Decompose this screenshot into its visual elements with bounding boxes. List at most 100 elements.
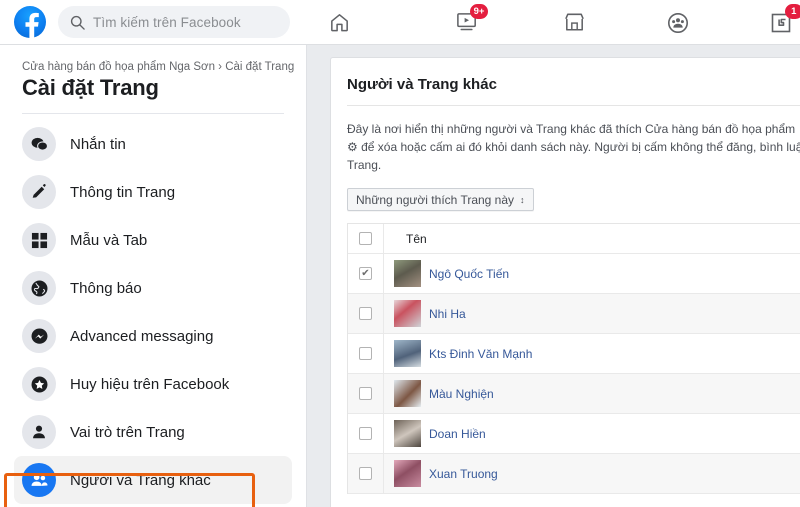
sidebar-item-label: Người và Trang khác [70, 471, 211, 489]
select-all-checkbox[interactable] [359, 232, 372, 245]
person-name-link[interactable]: Kts Đinh Văn Mạnh [429, 347, 532, 361]
sidebar-menu: Nhắn tin Thông tin Trang Mẫu và Tab Thôn… [0, 120, 306, 507]
chat-bubbles-icon [22, 127, 56, 161]
row-checkbox[interactable] [359, 267, 372, 280]
people-table: Tên Ngô Quốc Tiến [347, 223, 800, 494]
search-icon [70, 15, 85, 30]
nav-watch-button[interactable]: 9+ [448, 0, 489, 45]
nav-home-button[interactable] [320, 0, 358, 45]
section-description: Đây là nơi hiển thị những người và Trang… [331, 106, 800, 174]
search-placeholder-text: Tìm kiếm trên Facebook [93, 14, 241, 30]
sidebar-item-label: Thông tin Trang [70, 183, 176, 201]
table-row[interactable]: Kts Đinh Văn Mạnh [348, 334, 800, 374]
select-all-cell [348, 224, 384, 253]
table-row[interactable]: Xuan Truong [348, 454, 800, 494]
table-row[interactable]: Doan Hiền [348, 414, 800, 454]
avatar [394, 340, 421, 367]
avatar [394, 420, 421, 447]
nav-groups-button[interactable] [659, 0, 697, 45]
row-name-cell: Kts Đinh Văn Mạnh [384, 334, 800, 373]
sidebar-item-facebook-badges[interactable]: Huy hiệu trên Facebook [14, 360, 292, 408]
table-row[interactable]: Màu Nghiện [348, 374, 800, 414]
sidebar-item-label: Advanced messaging [70, 327, 214, 345]
sidebar-item-label: Vai trò trên Trang [70, 423, 185, 441]
sidebar-item-label: Huy hiệu trên Facebook [70, 375, 230, 393]
column-header-cell: Tên [384, 224, 800, 253]
sidebar-item-notifications[interactable]: Thông báo [14, 264, 292, 312]
row-select-cell [348, 294, 384, 333]
person-name-link[interactable]: Nhi Ha [429, 307, 466, 321]
description-line-1: Đây là nơi hiển thị những người và Trang… [347, 122, 796, 136]
avatar [394, 260, 421, 287]
row-select-cell [348, 254, 384, 293]
nav-icon-group: 9+ 1 [320, 0, 800, 45]
avatar [394, 460, 421, 487]
page-title: Cài đặt Trang [22, 75, 159, 100]
sidebar-item-label: Nhắn tin [70, 135, 126, 153]
row-name-cell: Xuan Truong [384, 454, 800, 493]
sidebar-item-label: Thông báo [70, 279, 142, 297]
row-checkbox[interactable] [359, 307, 372, 320]
person-name-link[interactable]: Màu Nghiện [429, 387, 494, 401]
row-checkbox[interactable] [359, 427, 372, 440]
row-select-cell [348, 454, 384, 493]
filter-row: Những người thích Trang này ↕ [331, 174, 800, 211]
pencil-icon [22, 175, 56, 209]
person-name-link[interactable]: Ngô Quốc Tiến [429, 267, 509, 281]
person-name-link[interactable]: Doan Hiền [429, 427, 486, 441]
sidebar-item-advanced-messaging[interactable]: Advanced messaging [14, 312, 292, 360]
row-checkbox[interactable] [359, 347, 372, 360]
row-checkbox[interactable] [359, 387, 372, 400]
facebook-page-settings-screen: Tìm kiếm trên Facebook 9+ 1 Cửa hàng bán… [0, 0, 800, 507]
search-input[interactable]: Tìm kiếm trên Facebook [58, 6, 290, 38]
nav-marketplace-button[interactable] [555, 0, 593, 45]
sidebar-item-page-roles[interactable]: Vai trò trên Trang [14, 408, 292, 456]
avatar [394, 380, 421, 407]
sidebar-item-messaging[interactable]: Nhắn tin [14, 120, 292, 168]
gaming-badge: 1 [784, 4, 800, 19]
filter-label: Những người thích Trang này [356, 192, 515, 207]
nav-gaming-button[interactable]: 1 [762, 0, 800, 45]
facebook-logo[interactable] [14, 6, 46, 38]
watch-badge: 9+ [469, 4, 489, 19]
star-badge-icon [22, 367, 56, 401]
groups-icon [668, 12, 689, 33]
top-navigation-bar: Tìm kiếm trên Facebook 9+ 1 [0, 0, 800, 45]
title-divider [22, 113, 284, 114]
row-select-cell [348, 334, 384, 373]
people-icon [22, 463, 56, 497]
table-header-row: Tên [348, 224, 800, 254]
settings-content-area: Người và Trang khác Đây là nơi hiển thị … [308, 45, 800, 507]
row-checkbox[interactable] [359, 467, 372, 480]
likes-filter-dropdown[interactable]: Những người thích Trang này ↕ [347, 188, 534, 211]
description-line-2: để xóa hoặc cấm ai đó khỏi danh sách này… [361, 140, 800, 154]
sidebar-item-templates-tabs[interactable]: Mẫu và Tab [14, 216, 292, 264]
description-line-2-wrap: ⚙ để xóa hoặc cấm ai đó khỏi danh sách n… [347, 138, 800, 156]
person-name-link[interactable]: Xuan Truong [429, 467, 498, 481]
settings-sidebar: Cửa hàng bán đồ họa phẩm Nga Sơn › Cài đ… [0, 45, 307, 507]
row-select-cell [348, 374, 384, 413]
breadcrumb[interactable]: Cửa hàng bán đồ họa phẩm Nga Sơn › Cài đ… [22, 61, 306, 73]
globe-icon [22, 271, 56, 305]
section-heading: Người và Trang khác [347, 76, 497, 93]
table-row[interactable]: Ngô Quốc Tiến [348, 254, 800, 294]
person-icon [22, 415, 56, 449]
description-line-3: Trang. [347, 158, 382, 172]
gear-icon: ⚙ [347, 140, 358, 154]
home-icon [330, 14, 348, 32]
row-name-cell: Nhi Ha [384, 294, 800, 333]
row-name-cell: Doan Hiền [384, 414, 800, 453]
updown-caret-icon: ↕ [520, 194, 525, 205]
sidebar-item-page-info[interactable]: Thông tin Trang [14, 168, 292, 216]
avatar [394, 300, 421, 327]
row-name-cell: Ngô Quốc Tiến [384, 254, 800, 293]
row-name-cell: Màu Nghiện [384, 374, 800, 413]
people-and-other-pages-card: Người và Trang khác Đây là nơi hiển thị … [330, 57, 800, 507]
sidebar-item-people-and-other-pages[interactable]: Người và Trang khác [14, 456, 292, 504]
sidebar-item-label: Mẫu và Tab [70, 231, 148, 249]
store-icon [564, 13, 584, 31]
messenger-icon [22, 319, 56, 353]
column-header-name: Tên [406, 231, 427, 246]
table-row[interactable]: Nhi Ha [348, 294, 800, 334]
row-select-cell [348, 414, 384, 453]
